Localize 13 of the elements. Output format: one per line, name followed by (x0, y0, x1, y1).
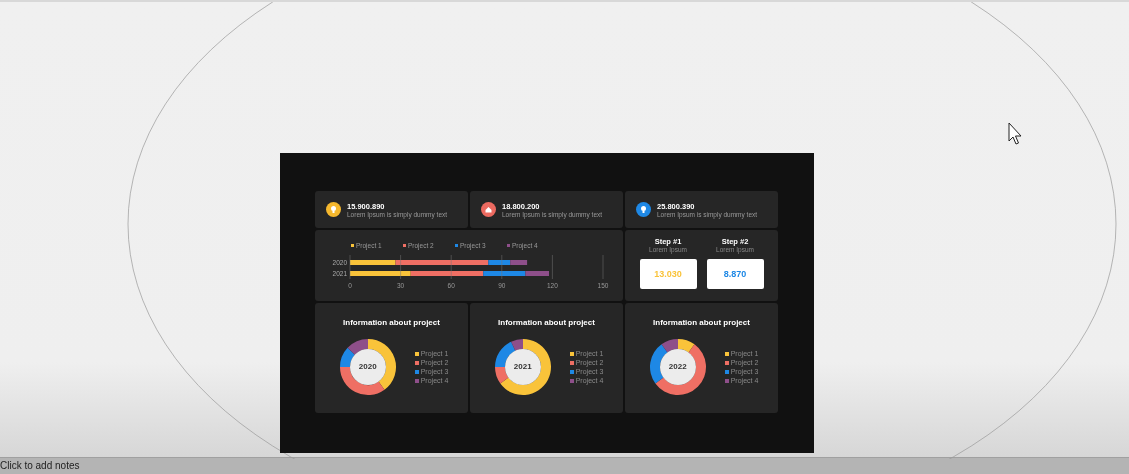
donut-chart-drawing (647, 337, 708, 397)
mouse-pointer-icon (1008, 122, 1023, 146)
year-label: 2020 (357, 362, 378, 371)
notes-field[interactable]: Click to add notes (0, 457, 1129, 474)
step-value: 8.870 (706, 259, 764, 289)
panel-title: Information about project (343, 318, 440, 327)
step-value: 13.030 (639, 259, 697, 289)
donut-chart-drawing (337, 337, 398, 397)
year-label: 2022 (667, 362, 688, 371)
panel-title: Information about project (653, 318, 750, 327)
year-label: 2021 (512, 362, 533, 371)
panel-title: Information about project (498, 318, 595, 327)
donut-chart-drawing (492, 337, 553, 397)
